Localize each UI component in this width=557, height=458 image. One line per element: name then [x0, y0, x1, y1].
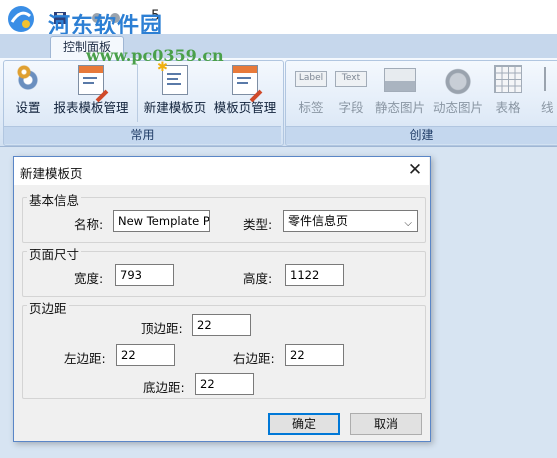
small-gear-icon	[17, 65, 31, 79]
settings-button-label: 设置	[15, 100, 41, 115]
name-label: 名称:	[74, 217, 104, 232]
dynamic-image-icon	[443, 65, 473, 95]
right-margin-input[interactable]: 22	[285, 344, 344, 366]
new-template-page-button[interactable]: ✱ 新建模板页	[140, 60, 210, 123]
template-page-manage-icon	[232, 65, 263, 103]
line-button[interactable]: 线	[534, 63, 557, 123]
ok-button[interactable]: 确定	[268, 413, 340, 435]
close-icon[interactable]: ✕	[404, 159, 426, 181]
table-grid-icon	[494, 65, 522, 93]
ribbon-group-label-common: 常用	[4, 126, 281, 144]
label-icon: Label	[295, 71, 327, 87]
top-margin-label: 顶边距:	[141, 321, 183, 336]
left-margin-label: 左边距:	[64, 351, 106, 366]
static-image-button[interactable]: 静态图片	[372, 63, 428, 123]
template-page-manage-label: 模板页管理	[213, 100, 277, 115]
settings-button[interactable]: 设置	[8, 63, 48, 123]
ribbon-group-label-create: 创建	[286, 126, 557, 144]
static-image-label: 静态图片	[374, 100, 425, 115]
watermark-logo-icon	[6, 4, 36, 34]
watermark-url: www.pc0359.cn	[86, 46, 224, 65]
bottom-margin-input[interactable]: 22	[195, 373, 254, 395]
new-template-page-label: 新建模板页	[143, 100, 207, 115]
line-button-label: 线	[541, 100, 554, 115]
report-template-manage-button[interactable]: 报表模板管理	[50, 63, 132, 123]
ribbon-separator	[137, 64, 138, 122]
height-input[interactable]: 1122	[285, 264, 344, 286]
static-image-icon	[384, 68, 416, 92]
settings-gear-icon	[13, 65, 43, 95]
label-button-label: 标签	[298, 100, 324, 115]
text-field-icon: Text	[335, 71, 367, 87]
report-template-manage-label: 报表模板管理	[53, 100, 129, 115]
cancel-button[interactable]: 取消	[350, 413, 422, 435]
left-margin-input[interactable]: 22	[116, 344, 175, 366]
width-input[interactable]: 793	[115, 264, 174, 286]
label-button[interactable]: Label 标签	[294, 63, 328, 123]
bottom-margin-label: 底边距:	[143, 380, 185, 395]
template-page-manage-button[interactable]: 模板页管理	[210, 63, 280, 123]
table-button[interactable]: 表格	[490, 63, 526, 123]
report-template-icon	[78, 65, 109, 103]
right-margin-label: 右边距:	[233, 351, 275, 366]
type-select[interactable]: 零件信息页 ⌵	[283, 210, 418, 232]
line-icon	[543, 67, 548, 91]
dynamic-image-label: 动态图片	[432, 100, 483, 115]
type-label: 类型:	[243, 217, 273, 232]
width-label: 宽度:	[74, 271, 104, 286]
type-select-value: 零件信息页	[288, 214, 349, 228]
dialog-title: 新建模板页	[20, 166, 83, 181]
field-button[interactable]: Text 字段	[334, 63, 368, 123]
dynamic-image-button[interactable]: 动态图片	[430, 63, 486, 123]
table-button-label: 表格	[495, 100, 521, 115]
name-input[interactable]: New Template Page	[113, 210, 210, 232]
chevron-down-icon: ⌵	[404, 218, 412, 229]
field-button-label: 字段	[338, 100, 364, 115]
new-template-page-icon: ✱	[157, 60, 188, 95]
margins-legend: 页边距	[27, 298, 69, 317]
height-label: 高度:	[243, 271, 273, 286]
basic-info-legend: 基本信息	[27, 190, 82, 209]
page-size-legend: 页面尺寸	[27, 244, 82, 263]
top-margin-input[interactable]: 22	[192, 314, 251, 336]
